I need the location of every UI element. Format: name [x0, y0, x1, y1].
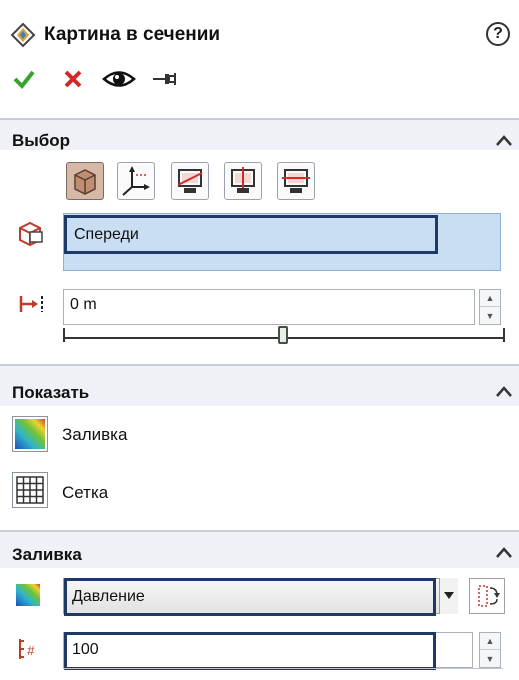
spin-up-icon[interactable]: ▲ [480, 633, 500, 650]
help-icon[interactable]: ? [486, 22, 510, 46]
axes-icon [122, 166, 150, 196]
check-icon[interactable] [12, 68, 36, 90]
offset-value: 0 m [70, 296, 97, 313]
tool-axes[interactable] [117, 162, 155, 200]
spin-down-icon[interactable]: ▼ [480, 307, 500, 324]
chevron-up-icon[interactable] [495, 546, 513, 560]
mesh-grid-icon [16, 476, 44, 504]
bottom-edge [63, 668, 503, 680]
offset-input[interactable] [63, 289, 475, 325]
plane-selection-value: Спереди [74, 226, 139, 243]
chevron-up-icon[interactable] [495, 385, 513, 399]
close-icon[interactable] [62, 68, 84, 90]
fill-toggle[interactable] [12, 416, 48, 452]
section-title-selection: Выбор [12, 131, 71, 150]
mesh-label: Сетка [62, 483, 109, 502]
mesh-toggle[interactable] [12, 472, 48, 508]
dropdown-arrow[interactable] [439, 578, 458, 614]
spin-down-icon[interactable]: ▼ [480, 650, 500, 667]
title-bar: Картина в сечении ? [0, 10, 519, 56]
slider-tick-end [503, 328, 505, 342]
plane-y-icon [231, 167, 255, 193]
eye-icon[interactable] [102, 66, 136, 92]
section-header-selection[interactable] [0, 120, 519, 150]
svg-text:#: # [27, 643, 35, 658]
swap-colors-button[interactable] [469, 578, 505, 614]
section-title-display: Показать [12, 383, 90, 402]
tool-plane-x[interactable] [171, 162, 209, 200]
pushpin-icon[interactable] [152, 68, 178, 90]
offset-distance-icon [19, 296, 43, 312]
cut-plot-icon [10, 22, 36, 48]
levels-count-icon: # [19, 639, 35, 659]
section-title-fill: Заливка [12, 545, 82, 564]
reference-plane-icon [19, 221, 43, 246]
slider-thumb[interactable] [278, 326, 288, 344]
color-palette-icon [16, 584, 40, 606]
plane-z-icon [282, 169, 310, 193]
levels-value: 100 [72, 641, 99, 658]
swap-colors-icon [478, 585, 500, 607]
cube-section-icon [74, 169, 96, 195]
plane-x-icon [177, 169, 203, 193]
levels-spinner[interactable]: ▲ ▼ [479, 632, 501, 668]
tool-cube-section[interactable] [66, 162, 104, 200]
chevron-up-icon[interactable] [495, 134, 513, 148]
caret-down-icon [444, 592, 454, 599]
tool-plane-z[interactable] [277, 162, 315, 200]
panel-title: Картина в сечении [44, 24, 221, 45]
tool-plane-y[interactable] [224, 162, 262, 200]
fill-label: Заливка [62, 425, 128, 444]
offset-spinner[interactable]: ▲ ▼ [479, 289, 501, 325]
levels-highlight [64, 632, 436, 670]
parameter-value: Давление [72, 588, 145, 605]
spin-up-icon[interactable]: ▲ [480, 290, 500, 307]
contour-fill-icon [15, 419, 45, 449]
